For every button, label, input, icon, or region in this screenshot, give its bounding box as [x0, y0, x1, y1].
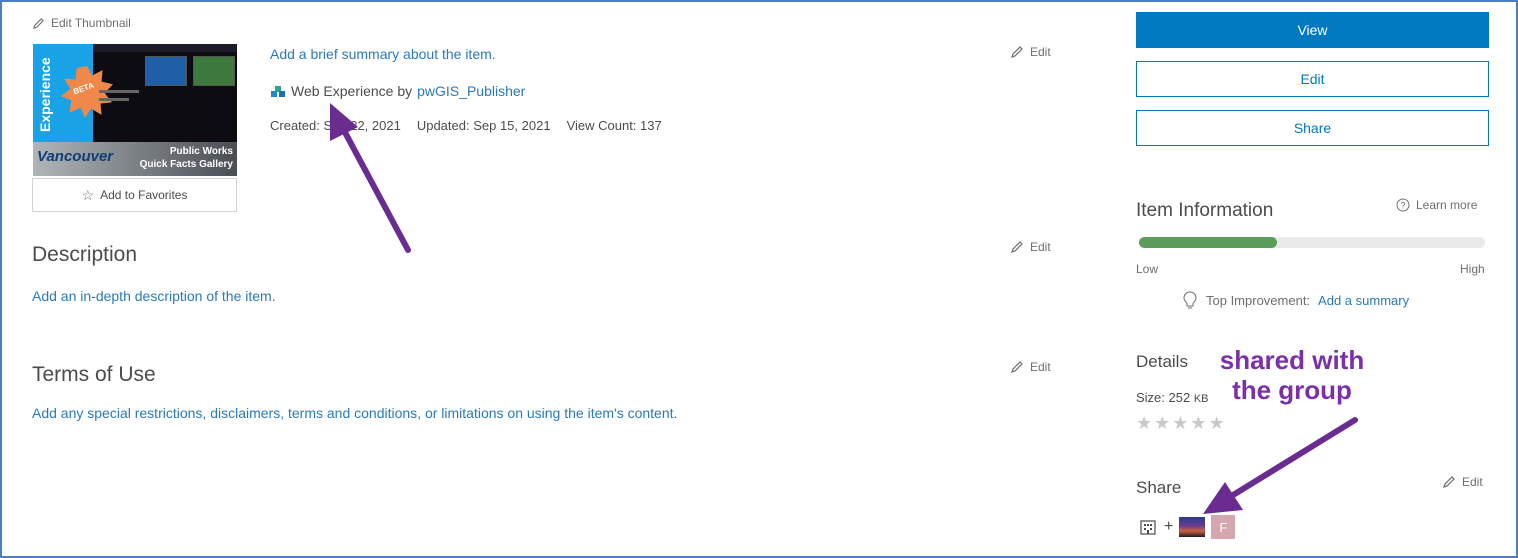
item-info-meter-fill: [1139, 237, 1278, 248]
help-icon: ?: [1396, 198, 1410, 212]
share-heading: Share: [1136, 478, 1182, 497]
item-info-meter: [1139, 237, 1485, 248]
star-icon: ☆: [81, 186, 95, 203]
meter-high-label: High: [1460, 262, 1485, 276]
terms-edit-link[interactable]: Edit: [1010, 360, 1051, 374]
share-targets: + F: [1138, 515, 1236, 539]
edit-thumbnail-link[interactable]: Edit Thumbnail: [32, 16, 131, 30]
pencil-icon: [1011, 361, 1023, 373]
item-information-heading: Item Information: [1136, 200, 1274, 221]
share-edit-label: Edit: [1462, 475, 1483, 489]
share-edit-link[interactable]: Edit: [1442, 475, 1483, 489]
learn-more-link[interactable]: ? Learn more: [1396, 198, 1477, 212]
annotation-arrow: [1203, 415, 1360, 514]
share-button[interactable]: Share: [1136, 110, 1489, 146]
star-icon[interactable]: ★: [1154, 413, 1172, 433]
star-icon[interactable]: ★: [1136, 413, 1154, 433]
view-button[interactable]: View: [1136, 12, 1489, 48]
description-edit-link[interactable]: Edit: [1010, 240, 1051, 254]
summary-edit-link[interactable]: Edit: [1010, 45, 1051, 59]
item-size: Size: 252 KB: [1136, 390, 1209, 405]
terms-edit-label: Edit: [1030, 360, 1051, 374]
thumbnail-title: Public Works Quick Facts Gallery: [139, 146, 233, 170]
pencil-icon: [1011, 46, 1023, 58]
group-avatar[interactable]: F: [1211, 515, 1236, 539]
edit-button[interactable]: Edit: [1136, 61, 1489, 97]
web-experience-icon: [271, 86, 285, 97]
top-improvement-label: Top Improvement:: [1206, 292, 1311, 308]
svg-text:?: ?: [1400, 201, 1405, 211]
pencil-icon: [1443, 476, 1455, 488]
meter-low-label: Low: [1136, 262, 1159, 276]
terms-heading: Terms of Use: [32, 363, 156, 386]
learn-more-label: Learn more: [1416, 198, 1478, 212]
summary-edit-label: Edit: [1030, 45, 1051, 59]
add-to-favorites-label: Add to Favorites: [100, 188, 188, 202]
annotation-text: shared with the group: [1219, 345, 1365, 405]
lightbulb-icon: [1183, 291, 1197, 309]
description-heading: Description: [32, 243, 138, 266]
add-description-link[interactable]: Add an in-depth description of the item.: [32, 288, 276, 304]
pencil-icon: [32, 17, 44, 29]
owner-link[interactable]: pwGIS_Publisher: [417, 83, 525, 99]
item-thumbnail: Experience BETA Vancouver Public Works Q…: [33, 44, 237, 176]
share-plus: +: [1164, 518, 1174, 535]
top-improvement: Top Improvement: Add a summary: [1182, 290, 1409, 310]
updated-date: Updated: Sep 15, 2021: [416, 118, 551, 133]
edit-thumbnail-label: Edit Thumbnail: [51, 16, 131, 30]
pencil-icon: [1011, 241, 1023, 253]
add-summary-improvement-link[interactable]: Add a summary: [1318, 293, 1409, 308]
add-to-favorites-button[interactable]: ☆ Add to Favorites: [32, 178, 237, 212]
view-count: View Count: 137: [566, 118, 662, 133]
add-terms-link[interactable]: Add any special restrictions, disclaimer…: [32, 405, 677, 421]
thumbnail-city: Vancouver: [37, 148, 114, 165]
organization-icon: [1140, 520, 1156, 535]
add-summary-link[interactable]: Add a brief summary about the item.: [270, 46, 496, 62]
thumbnail-side-text: Experience: [37, 57, 53, 132]
annotation-arrow: [330, 103, 413, 255]
group-thumbnail[interactable]: [1179, 517, 1206, 537]
details-heading: Details: [1136, 352, 1188, 371]
star-icon[interactable]: ★: [1172, 413, 1190, 433]
description-edit-label: Edit: [1030, 240, 1051, 254]
